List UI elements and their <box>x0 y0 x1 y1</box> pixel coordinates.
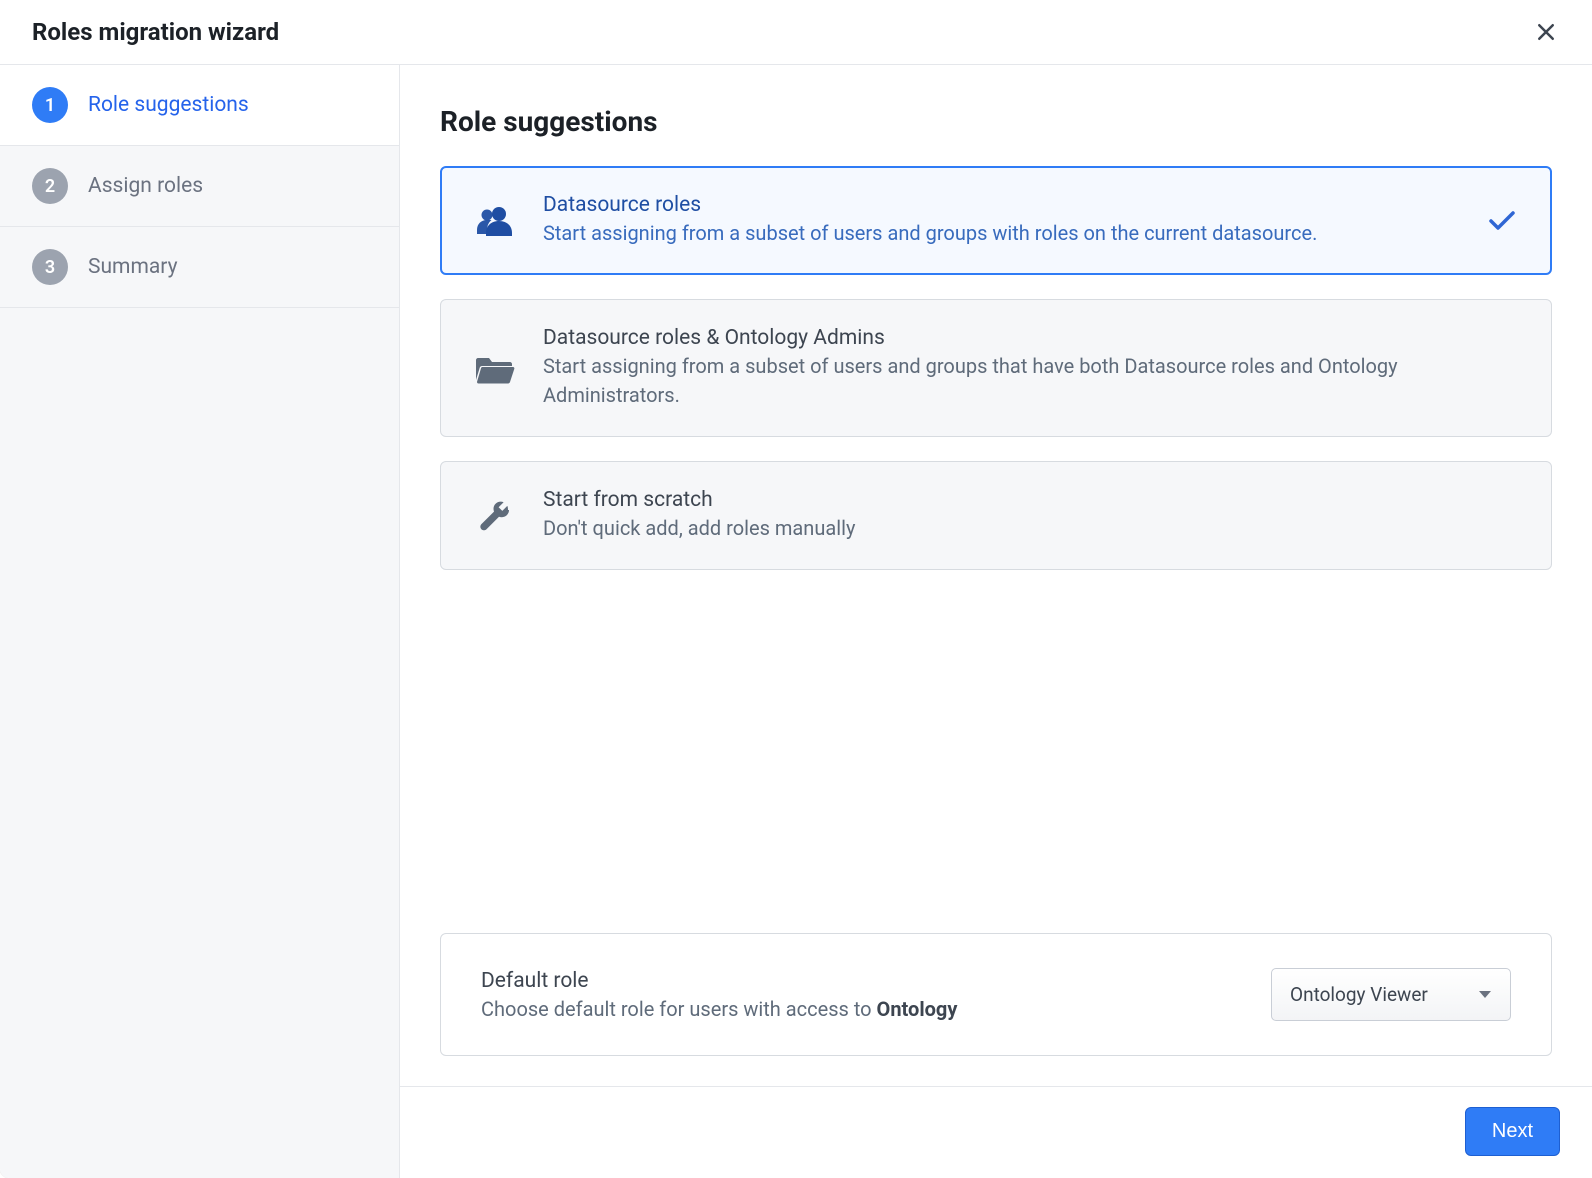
step-number: 3 <box>32 249 68 285</box>
wizard-sidebar: 1 Role suggestions 2 Assign roles 3 Summ… <box>0 65 400 1178</box>
wrench-icon <box>475 496 515 536</box>
default-role-description-prefix: Choose default role for users with acces… <box>481 997 877 1021</box>
spacer <box>440 570 1552 903</box>
modal-roles-migration-wizard: Roles migration wizard 1 Role suggestion… <box>0 0 1592 1178</box>
default-role-card: Default role Choose default role for use… <box>440 933 1552 1056</box>
step-number: 2 <box>32 168 68 204</box>
option-text: Start from scratch Don't quick add, add … <box>543 488 1517 543</box>
default-role-title: Default role <box>481 969 957 993</box>
content-scroll: Role suggestions <box>400 65 1592 1086</box>
check-icon <box>1487 206 1517 236</box>
step-number: 1 <box>32 87 68 123</box>
wizard-footer: Next <box>400 1086 1592 1178</box>
folder-open-icon <box>475 348 515 388</box>
wizard-step-role-suggestions[interactable]: 1 Role suggestions <box>0 65 399 146</box>
modal-body: 1 Role suggestions 2 Assign roles 3 Summ… <box>0 65 1592 1178</box>
people-icon <box>475 201 515 241</box>
modal-header: Roles migration wizard <box>0 0 1592 65</box>
caret-down-icon <box>1478 990 1492 1000</box>
option-title: Datasource roles <box>543 193 1459 217</box>
close-icon <box>1537 23 1555 41</box>
default-role-description: Choose default role for users with acces… <box>481 997 957 1021</box>
option-datasource-roles-ontology-admins[interactable]: Datasource roles & Ontology Admins Start… <box>440 299 1552 437</box>
wizard-step-assign-roles[interactable]: 2 Assign roles <box>0 146 399 227</box>
close-button[interactable] <box>1532 18 1560 46</box>
modal-title: Roles migration wizard <box>32 18 279 46</box>
step-label: Summary <box>88 255 178 279</box>
option-text: Datasource roles & Ontology Admins Start… <box>543 326 1517 410</box>
option-title: Datasource roles & Ontology Admins <box>543 326 1517 350</box>
option-title: Start from scratch <box>543 488 1517 512</box>
wizard-content: Role suggestions <box>400 65 1592 1178</box>
option-description: Don't quick add, add roles manually <box>543 514 1517 543</box>
step-label: Role suggestions <box>88 93 249 117</box>
select-value: Ontology Viewer <box>1290 983 1428 1006</box>
default-role-description-bold: Ontology <box>877 997 958 1021</box>
step-label: Assign roles <box>88 174 203 198</box>
option-description: Start assigning from a subset of users a… <box>543 219 1459 248</box>
option-start-from-scratch[interactable]: Start from scratch Don't quick add, add … <box>440 461 1552 570</box>
option-list: Datasource roles Start assigning from a … <box>440 166 1552 570</box>
option-datasource-roles[interactable]: Datasource roles Start assigning from a … <box>440 166 1552 275</box>
page-heading: Role suggestions <box>440 105 1552 138</box>
wizard-step-summary[interactable]: 3 Summary <box>0 227 399 308</box>
next-button[interactable]: Next <box>1465 1107 1560 1156</box>
default-role-select[interactable]: Ontology Viewer <box>1271 968 1511 1021</box>
default-role-text: Default role Choose default role for use… <box>481 969 957 1021</box>
option-text: Datasource roles Start assigning from a … <box>543 193 1459 248</box>
option-description: Start assigning from a subset of users a… <box>543 352 1517 410</box>
